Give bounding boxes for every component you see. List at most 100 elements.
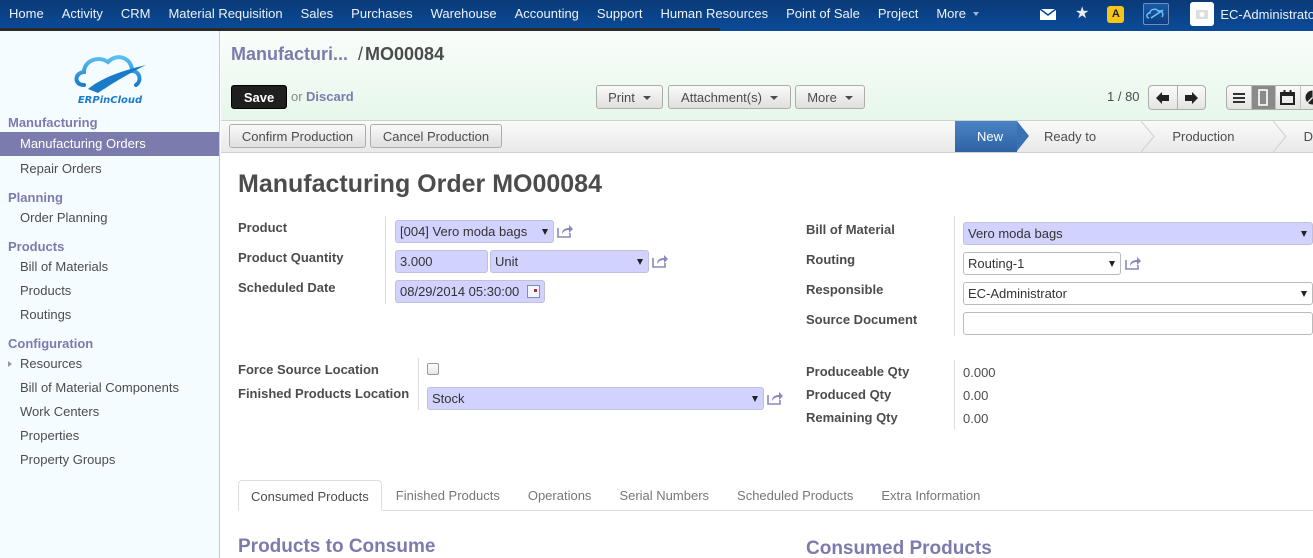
title-reference: MO00084 <box>492 170 602 198</box>
bom-label: Bill of Material <box>806 222 895 237</box>
force-source-location-label: Force Source Location <box>238 362 379 377</box>
more-label: More <box>807 89 837 105</box>
menu-more[interactable]: More <box>927 0 988 28</box>
attachments-label: Attachment(s) <box>681 89 762 105</box>
print-button[interactable]: Print <box>596 85 663 109</box>
menu-home[interactable]: Home <box>0 0 53 28</box>
calendar-view-button[interactable] <box>1276 86 1301 109</box>
user-menu[interactable]: EC-Administrator <box>1220 7 1313 22</box>
field-divider <box>385 216 386 304</box>
menu-purchases[interactable]: Purchases <box>342 0 421 28</box>
external-link-icon[interactable] <box>557 224 574 238</box>
sidebar-item-order-planning[interactable]: Order Planning <box>0 206 219 230</box>
status-step-done[interactable]: D <box>1287 121 1313 152</box>
tab-serial-numbers[interactable]: Serial Numbers <box>605 480 723 511</box>
or-text: or <box>291 89 303 104</box>
responsible-select[interactable]: EC-Administrator <box>963 282 1313 305</box>
form-view-button[interactable] <box>1251 86 1276 109</box>
status-step-label: New <box>977 129 1004 144</box>
menu-human-resources[interactable]: Human Resources <box>651 0 777 28</box>
status-step-new[interactable]: New <box>955 121 1030 152</box>
pager-next-button[interactable] <box>1176 86 1206 109</box>
warning-icon[interactable]: A <box>1107 5 1125 23</box>
sidebar-item-resources[interactable]: Resources <box>0 352 219 376</box>
sidebar-item-manufacturing-orders[interactable]: Manufacturing Orders <box>0 132 219 156</box>
star-icon[interactable]: ★ <box>1075 6 1089 22</box>
more-button[interactable]: More <box>795 85 865 109</box>
tab-scheduled-products[interactable]: Scheduled Products <box>723 480 867 511</box>
tab-finished-products[interactable]: Finished Products <box>382 480 514 511</box>
sidebar-item-work-centers[interactable]: Work Centers <box>0 400 219 424</box>
avatar[interactable] <box>1190 2 1215 26</box>
routing-select[interactable]: Routing-1 <box>963 252 1121 275</box>
bom-select[interactable]: Vero moda bags <box>963 222 1313 245</box>
confirm-production-button[interactable]: Confirm Production <box>229 124 366 148</box>
company-logo[interactable]: ERPinCloud <box>70 49 150 106</box>
menu-material-requisition[interactable]: Material Requisition <box>159 0 291 28</box>
external-link-icon[interactable] <box>652 254 669 268</box>
pie-chart-icon <box>1305 90 1313 105</box>
expand-arrow-icon[interactable] <box>8 361 12 367</box>
sidebar-section-manufacturing: Manufacturing <box>8 115 98 130</box>
sidebar-item-properties[interactable]: Properties <box>0 424 219 448</box>
menu-point-of-sale[interactable]: Point of Sale <box>777 0 869 28</box>
save-button[interactable]: Save <box>231 85 287 109</box>
status-step-production-started[interactable]: Production Started <box>1155 121 1287 175</box>
uom-select[interactable]: Unit <box>490 250 649 273</box>
calendar-icon[interactable] <box>527 285 540 298</box>
status-step-ready-to-produce[interactable]: Ready to Produce <box>1017 121 1155 175</box>
sidebar-item-routings[interactable]: Routings <box>0 303 219 327</box>
discard-link[interactable]: Discard <box>306 89 354 104</box>
tab-extra-information[interactable]: Extra Information <box>867 480 994 511</box>
sidebar-item-repair-orders[interactable]: Repair Orders <box>0 157 219 181</box>
source-document-input[interactable] <box>963 312 1313 335</box>
status-step-label: D <box>1303 129 1313 144</box>
finished-location-select[interactable]: Stock <box>427 387 764 410</box>
menu-sales[interactable]: Sales <box>292 0 343 28</box>
mail-icon[interactable] <box>1040 8 1056 20</box>
force-source-location-checkbox[interactable] <box>427 363 439 375</box>
menu-warehouse[interactable]: Warehouse <box>422 0 506 28</box>
tab-consumed-products[interactable]: Consumed Products <box>238 480 382 511</box>
arrow-right-icon <box>1185 91 1199 104</box>
list-view-button[interactable] <box>1227 86 1252 109</box>
responsible-value: EC-Administrator <box>968 286 1067 301</box>
quantity-input[interactable]: 3.000 <box>395 250 488 273</box>
dropdown-arrow-icon <box>1301 231 1307 237</box>
routing-value: Routing-1 <box>968 256 1025 271</box>
dropdown-arrow-icon <box>752 396 758 402</box>
menu-support[interactable]: Support <box>588 0 652 28</box>
attachments-button[interactable]: Attachment(s) <box>668 85 791 109</box>
dropdown-arrow-icon <box>637 259 643 265</box>
uom-value: Unit <box>495 254 519 269</box>
produceable-qty-value: 0.000 <box>963 365 996 380</box>
sidebar-item-bom-components[interactable]: Bill of Material Components <box>0 376 219 400</box>
sidebar-item-bill-of-materials[interactable]: Bill of Materials <box>0 255 219 279</box>
sidebar-section-planning: Planning <box>8 190 63 205</box>
sidebar-item-property-groups[interactable]: Property Groups <box>0 448 219 472</box>
tab-operations[interactable]: Operations <box>514 480 606 511</box>
menu-accounting[interactable]: Accounting <box>506 0 588 28</box>
erp-logo-icon[interactable] <box>1143 3 1170 25</box>
scheduled-date-input[interactable]: 08/29/2014 05:30:00 <box>395 280 545 303</box>
produced-qty-value: 0.00 <box>963 388 989 403</box>
graph-view-button[interactable] <box>1301 86 1313 109</box>
product-select[interactable]: [004] Vero moda bags <box>395 220 554 243</box>
source-document-label: Source Document <box>806 312 918 327</box>
dropdown-arrow-icon <box>1301 291 1307 297</box>
menu-crm[interactable]: CRM <box>112 0 160 28</box>
title-prefix: Manufacturing Order <box>238 170 486 198</box>
menu-activity[interactable]: Activity <box>53 0 112 28</box>
sidebar-section-configuration: Configuration <box>8 336 94 351</box>
statusbar: Confirm Production Cancel Production New… <box>221 121 1313 175</box>
external-link-icon[interactable] <box>1125 256 1142 270</box>
bom-value: Vero moda bags <box>968 226 1063 241</box>
cancel-production-button[interactable]: Cancel Production <box>370 124 502 148</box>
breadcrumb-parent[interactable]: Manufacturi... <box>231 44 348 64</box>
systray: ★ A EC-Administrator <box>1036 0 1313 28</box>
menu-project[interactable]: Project <box>869 0 927 28</box>
breadcrumb: Manufacturi... / MO00084 <box>231 44 444 65</box>
external-link-icon[interactable] <box>767 391 784 405</box>
sidebar-item-products[interactable]: Products <box>0 279 219 303</box>
pager-previous-button[interactable] <box>1149 86 1177 109</box>
